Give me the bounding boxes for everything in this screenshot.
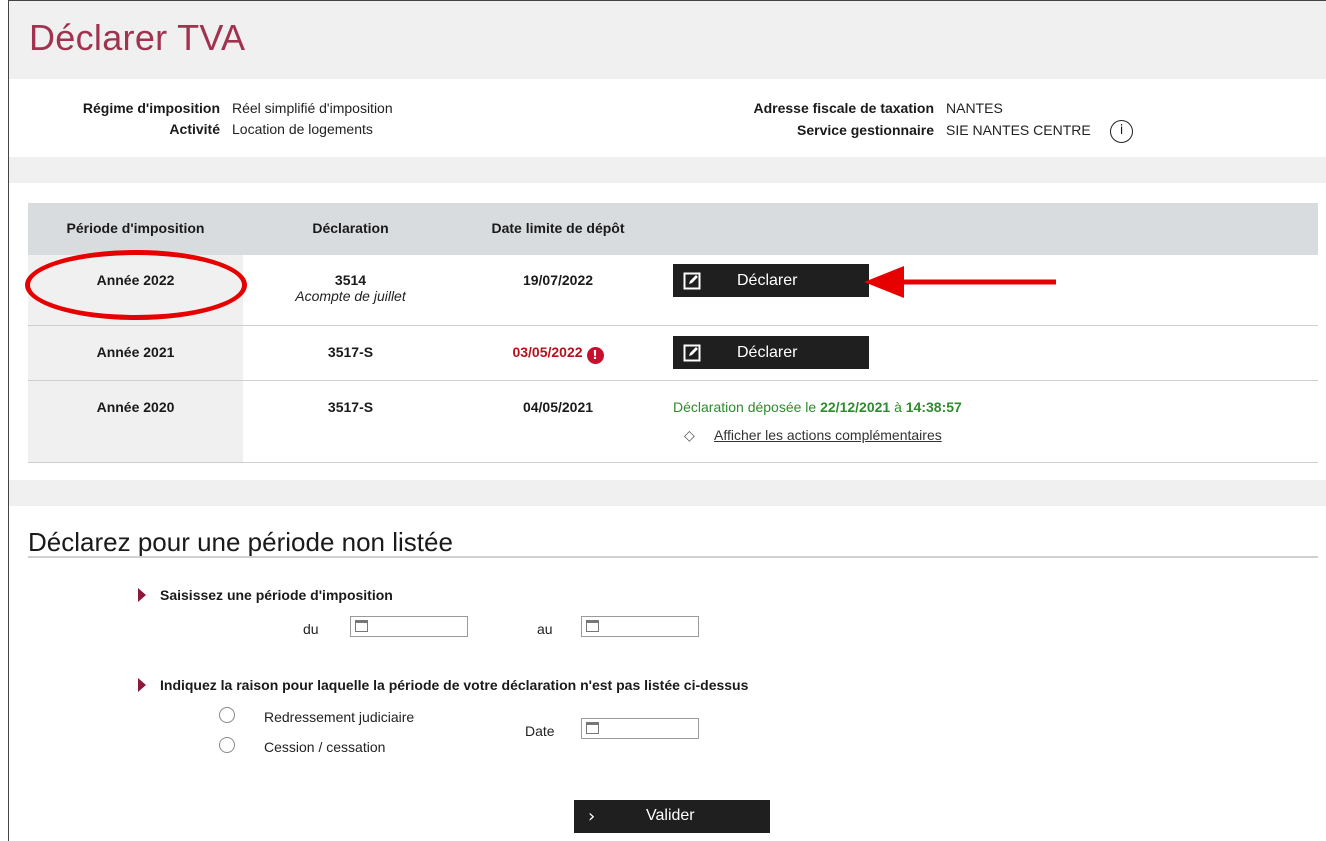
header-declaration: Déclaration (312, 220, 389, 236)
section-rule (28, 556, 1318, 558)
edit-icon (683, 272, 701, 290)
header-deadline: Date limite de dépôt (491, 220, 625, 236)
separator-band (9, 157, 1326, 183)
status-date: 22/12/2021 (820, 399, 891, 415)
regime-label: Régime d'imposition (82, 100, 220, 116)
to-label: au (537, 621, 553, 637)
validate-label: Valider (646, 807, 695, 824)
address-label: Adresse fiscale de taxation (753, 100, 934, 116)
row-divider (28, 380, 1318, 381)
title-bar: Déclarer TVA (9, 1, 1326, 79)
date-label: Date (525, 723, 555, 739)
validate-button[interactable]: › Valider (574, 800, 770, 833)
status-time: 14:38:57 (905, 399, 962, 415)
edit-icon (683, 344, 701, 362)
row-divider (28, 325, 1318, 326)
row1-form: 3514 (334, 272, 367, 288)
status-mid: à (890, 399, 906, 415)
reason-redressement: Redressement judiciaire (264, 709, 415, 725)
radio-cession[interactable] (219, 737, 235, 753)
from-label: du (303, 621, 319, 637)
declare-button-2022[interactable]: Déclarer (673, 264, 869, 297)
calendar-icon[interactable] (586, 722, 599, 734)
declare-label: Déclarer (737, 272, 798, 289)
annotation-arrow (864, 266, 1056, 298)
radio-redressement[interactable] (219, 707, 235, 723)
step-reason: Indiquez la raison pour laquelle la péri… (138, 677, 748, 693)
address-value: NANTES (946, 100, 1003, 116)
chevron-right-icon: › (588, 806, 596, 827)
info-icon[interactable]: i (1110, 120, 1133, 143)
row1-deadline: 19/07/2022 (522, 272, 594, 288)
service-label: Service gestionnaire (797, 122, 934, 138)
row3-declaration: 3517-S (327, 399, 374, 415)
annotation-ellipse (25, 250, 247, 320)
caret-right-icon (138, 678, 146, 692)
section-title: Déclarez pour une période non listée (28, 527, 453, 557)
overdue-date: 03/05/2022 (512, 344, 583, 360)
service-value: SIE NANTES CENTRE (946, 122, 1091, 138)
status-prefix: Déclaration déposée le (673, 399, 821, 415)
more-actions[interactable]: ◇ Afficher les actions complémentaires (684, 427, 942, 444)
activity-label: Activité (169, 121, 220, 137)
row3-deadline: 04/05/2021 (522, 399, 594, 415)
from-date-input[interactable] (350, 616, 468, 637)
regime-value: Réel simplifié d'imposition (232, 100, 393, 116)
calendar-icon[interactable] (355, 620, 368, 632)
row2-deadline: 03/05/2022! (458, 344, 658, 364)
separator-band (9, 480, 1326, 506)
step-reason-label: Indiquez la raison pour laquelle la péri… (160, 677, 749, 693)
declare-label: Déclarer (737, 344, 798, 361)
reason-date-field[interactable] (606, 720, 694, 737)
more-actions-link[interactable]: Afficher les actions complémentaires (714, 427, 942, 443)
caret-right-icon (138, 588, 146, 602)
page-title: Déclarer TVA (29, 17, 246, 58)
expand-icon: ◇ (684, 428, 695, 444)
row2-declaration: 3517-S (327, 344, 374, 360)
to-date-field[interactable] (606, 618, 694, 635)
to-date-input[interactable] (581, 616, 699, 637)
activity-value: Location de logements (232, 121, 373, 137)
step-period-label: Saisissez une période d'imposition (160, 587, 393, 603)
declare-button-2021[interactable]: Déclarer (673, 336, 869, 369)
row3-period: Année 2020 (96, 399, 175, 415)
deposit-status: Déclaration déposée le 22/12/2021 à 14:3… (673, 399, 962, 415)
row-divider (28, 462, 1318, 463)
row1-form-sub: Acompte de juillet (295, 288, 406, 304)
from-date-field[interactable] (375, 618, 463, 635)
warning-icon: ! (586, 347, 604, 364)
row2-period: Année 2021 (96, 344, 175, 360)
reason-cession: Cession / cessation (264, 739, 386, 755)
calendar-icon[interactable] (586, 620, 599, 632)
reason-date-input[interactable] (581, 718, 699, 739)
row1-declaration: 3514 Acompte de juillet (243, 272, 458, 304)
step-period: Saisissez une période d'imposition (138, 587, 393, 603)
header-period: Période d'imposition (66, 220, 205, 236)
